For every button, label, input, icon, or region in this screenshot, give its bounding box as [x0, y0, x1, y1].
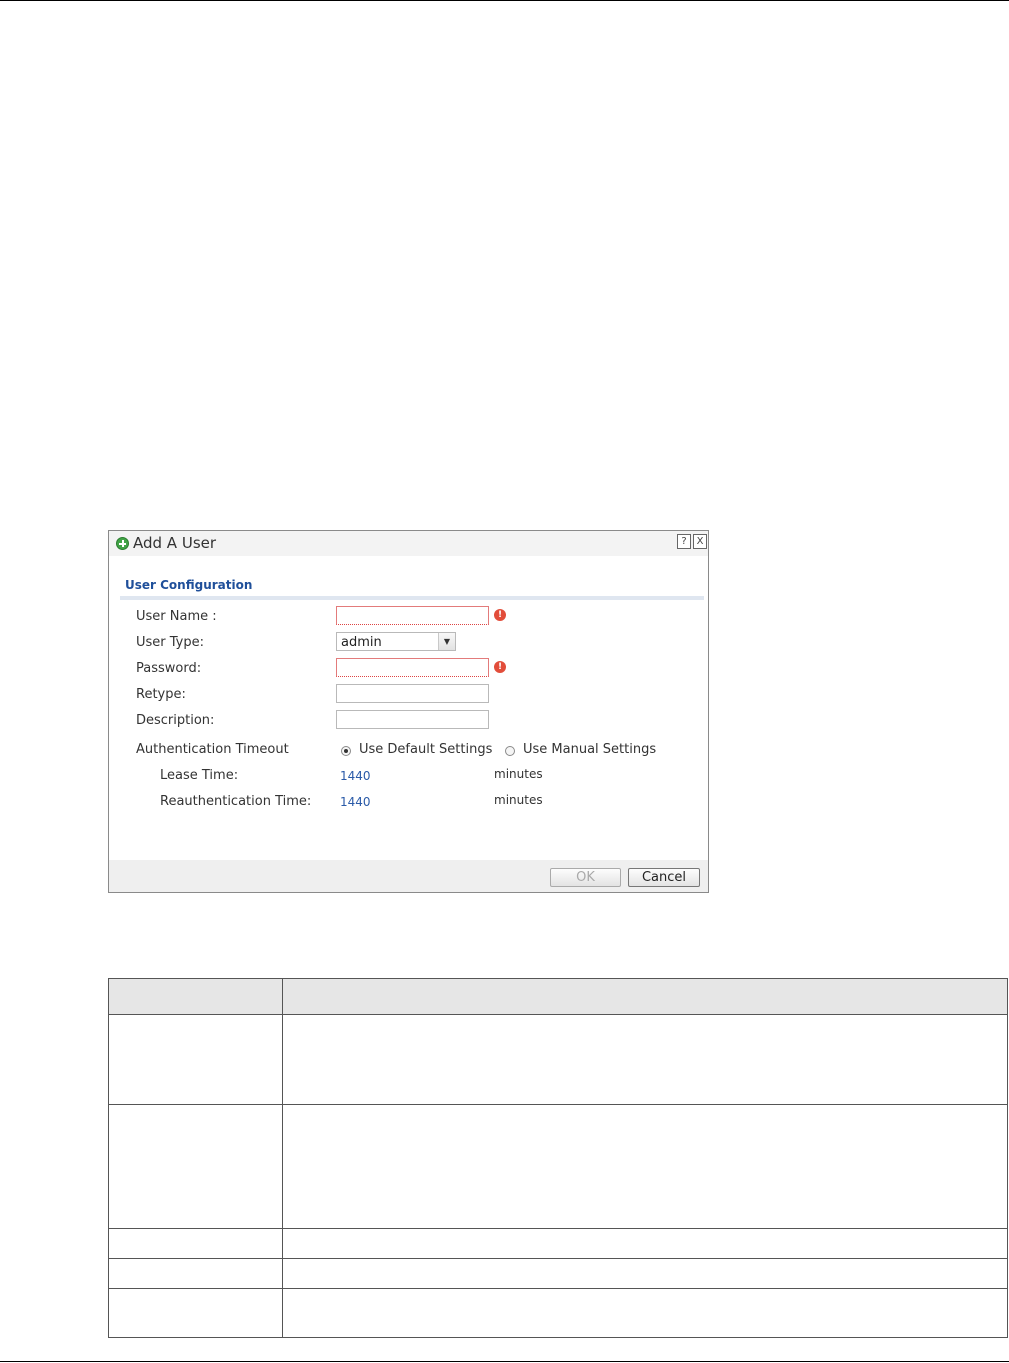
- add-user-dialog: Add A User ? X User Configuration User N…: [108, 530, 709, 893]
- lease-time-unit: minutes: [494, 767, 543, 781]
- description-input[interactable]: [336, 710, 489, 729]
- help-button[interactable]: ?: [677, 534, 691, 549]
- table-row: [108, 1258, 1008, 1289]
- chevron-down-icon[interactable]: ▼: [438, 633, 455, 650]
- retype-label: Retype:: [136, 687, 186, 702]
- field-description-table: [108, 978, 1008, 1338]
- table-cell: [282, 1014, 1008, 1105]
- table-cell: [108, 1104, 283, 1229]
- table-cell: [282, 1288, 1008, 1338]
- table-cell: [108, 1258, 283, 1289]
- close-button[interactable]: X: [693, 534, 707, 549]
- user-type-label: User Type:: [136, 635, 205, 650]
- user-type-select[interactable]: admin ▼: [336, 632, 456, 651]
- table-row: [108, 1228, 1008, 1259]
- use-default-radio[interactable]: [341, 746, 351, 756]
- auth-timeout-label: Authentication Timeout Settings: [136, 742, 289, 756]
- section-title: User Configuration: [125, 578, 253, 592]
- table-header-cell: [282, 978, 1008, 1015]
- table-row: [108, 1104, 1008, 1229]
- use-manual-radio[interactable]: [505, 746, 515, 756]
- ok-button[interactable]: OK: [550, 868, 621, 887]
- table-cell: [282, 1228, 1008, 1259]
- use-default-label: Use Default Settings: [359, 742, 493, 757]
- retype-input[interactable]: [336, 684, 489, 703]
- dialog-footer: OK Cancel: [109, 860, 708, 892]
- error-icon: !: [494, 609, 506, 621]
- table-cell: [108, 1228, 283, 1259]
- table-cell: [282, 1104, 1008, 1229]
- add-circle-icon: [116, 537, 129, 550]
- reauth-time-value: 1440: [340, 795, 371, 809]
- password-label: Password:: [136, 661, 202, 676]
- table-header-cell: [108, 978, 283, 1015]
- table-cell: [108, 1288, 283, 1338]
- dialog-title: Add A User: [133, 534, 217, 552]
- top-rule: [0, 0, 1009, 1]
- table-header-row: [108, 978, 1008, 1015]
- dialog-header: Add A User ? X: [109, 531, 708, 556]
- user-name-label: User Name :: [136, 609, 217, 624]
- table-row: [108, 1014, 1008, 1105]
- auth-timeout-label-wrap: Authentication Timeout Settings: [136, 742, 306, 756]
- lease-time-value: 1440: [340, 769, 371, 783]
- reauth-time-unit: minutes: [494, 793, 543, 807]
- bottom-rule: [0, 1361, 1009, 1362]
- cancel-button[interactable]: Cancel: [628, 868, 700, 887]
- section-divider: [120, 596, 704, 600]
- reauth-time-label: Reauthentication Time:: [160, 794, 312, 809]
- user-type-value: admin: [341, 635, 382, 650]
- password-input[interactable]: [336, 658, 489, 677]
- description-label: Description:: [136, 713, 215, 728]
- error-icon: !: [494, 661, 506, 673]
- table-cell: [108, 1014, 283, 1105]
- table-row: [108, 1288, 1008, 1338]
- use-manual-label: Use Manual Settings: [523, 742, 657, 757]
- lease-time-label: Lease Time:: [160, 768, 239, 783]
- table-cell: [282, 1258, 1008, 1289]
- user-name-input[interactable]: [336, 606, 489, 625]
